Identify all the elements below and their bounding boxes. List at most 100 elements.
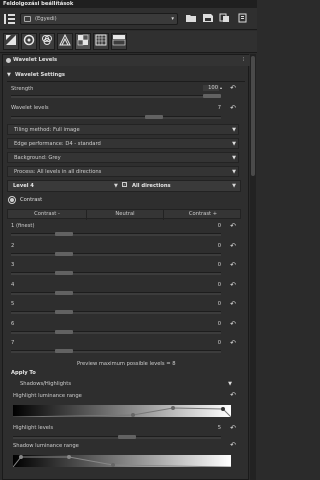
shadow-range-graph[interactable] <box>12 455 232 468</box>
chevron-down-icon: ▼ <box>232 141 236 147</box>
wavelet-levels-label: Wavelet levels <box>11 105 49 111</box>
wavelet-levels-value[interactable]: 7 <box>211 105 221 111</box>
contrast-level-label: 7 <box>11 340 15 346</box>
tab-raw[interactable] <box>93 33 109 50</box>
contrast-level-row: 3 0 ↶ <box>3 261 250 280</box>
contrast-level-slider[interactable] <box>11 350 221 353</box>
contrast-level-slider-thumb[interactable] <box>55 329 73 334</box>
chevron-down-icon[interactable]: ▼ <box>114 183 118 189</box>
process-select[interactable]: Process: All levels in all directions ▼ <box>7 166 239 177</box>
edge-performance-select[interactable]: Edge performance: D4 - standard ▼ <box>7 138 239 149</box>
tiling-method-select[interactable]: Tiling method: Full image ▼ <box>7 124 239 135</box>
wavelet-panel: Wavelet Levels ⫶ ▼ Wavelet Settings Stre… <box>2 54 250 480</box>
direction-select[interactable]: All directions <box>132 183 171 189</box>
contrast-level-slider-thumb[interactable] <box>55 310 73 314</box>
spin-icon[interactable]: ▴ <box>220 85 222 90</box>
strength-slider-thumb[interactable] <box>203 94 221 98</box>
highlight-levels-slider-thumb[interactable] <box>117 435 136 439</box>
direction-checkbox[interactable]: ✓ <box>122 182 127 187</box>
list-icon[interactable] <box>3 12 17 26</box>
copy-button[interactable] <box>218 13 232 25</box>
reset-contrast-level-icon[interactable]: ↶ <box>229 339 237 347</box>
wavelet-icon <box>77 34 89 46</box>
document-icon <box>24 16 31 22</box>
save-profile-button[interactable] <box>201 13 215 25</box>
tab-exposure[interactable] <box>3 33 19 50</box>
apply-mode-value: Shadows/Highlights <box>20 381 72 387</box>
contrast-level-value[interactable]: 0 <box>211 301 221 307</box>
contrast-level-slider[interactable] <box>11 291 221 295</box>
contrast-level-value[interactable]: 0 <box>211 243 221 249</box>
wavelet-levels-header[interactable]: Wavelet Levels ⫶ <box>3 55 250 66</box>
chevron-down-icon: ▼ <box>232 127 236 133</box>
contrast-level-slider[interactable] <box>11 272 221 275</box>
reset-contrast-level-icon[interactable]: ↶ <box>229 281 237 289</box>
highlight-levels-value[interactable]: 5 <box>211 425 221 431</box>
open-folder-button[interactable] <box>184 13 198 25</box>
level-select[interactable]: Level 4 <box>13 183 34 189</box>
strength-value[interactable]: 100 <box>203 85 219 91</box>
contrast-level-slider-thumb[interactable] <box>55 251 73 256</box>
reset-contrast-level-icon[interactable]: ↶ <box>229 222 237 230</box>
contrast-toggle[interactable] <box>8 196 16 204</box>
contrast-level-slider[interactable] <box>11 233 221 236</box>
contrast-level-row: 1 (finest) 0 ↶ <box>3 222 250 241</box>
paste-button[interactable] <box>236 13 250 25</box>
highlight-levels-label: Highlight levels <box>13 425 54 431</box>
reset-highlight-levels-icon[interactable]: ↶ <box>229 424 237 432</box>
apply-mode-select[interactable]: Shadows/Highlights ▼ <box>13 378 235 389</box>
reset-contrast-level-icon[interactable]: ↶ <box>229 261 237 269</box>
contrast-level-slider-thumb[interactable] <box>55 290 73 295</box>
highlight-range-graph[interactable] <box>12 405 232 418</box>
tab-color[interactable] <box>39 33 55 50</box>
contrast-minus-button[interactable]: Contrast - <box>8 210 86 220</box>
copy-icon <box>219 13 229 22</box>
transform-icon <box>59 33 71 46</box>
shadow-range-curve[interactable] <box>12 455 232 468</box>
reset-contrast-level-icon[interactable]: ↶ <box>229 300 237 308</box>
reset-highlight-range-icon[interactable]: ↶ <box>229 391 237 399</box>
contrast-level-value[interactable]: 0 <box>211 262 221 268</box>
contrast-level-slider-thumb[interactable] <box>55 349 73 353</box>
contrast-level-slider-thumb[interactable] <box>55 271 73 275</box>
contrast-level-value[interactable]: 0 <box>211 282 221 288</box>
contrast-level-slider[interactable] <box>11 311 221 314</box>
color-circles-icon <box>42 35 52 45</box>
pin-icon[interactable]: ⫶ <box>243 55 244 66</box>
contrast-plus-button[interactable]: Contrast + <box>164 210 242 220</box>
wavelet-levels-slider-thumb[interactable] <box>145 115 164 119</box>
background-value: Background: Grey <box>14 155 61 161</box>
contrast-level-slider[interactable] <box>11 252 221 256</box>
profile-select[interactable]: (Egyedi) ▾ <box>20 13 178 25</box>
tab-wavelet[interactable] <box>75 33 91 50</box>
contrast-level-label: 2 <box>11 242 15 249</box>
reset-contrast-level-icon[interactable]: ↶ <box>229 320 237 328</box>
contrast-level-value[interactable]: 0 <box>211 223 221 229</box>
reset-contrast-level-icon[interactable]: ↶ <box>229 242 237 250</box>
reset-strength-icon[interactable]: ↶ <box>229 84 237 92</box>
contrast-level-row: 4 0 ↶ <box>3 281 250 300</box>
tool-tabs <box>0 31 257 53</box>
reset-wavelet-levels-icon[interactable]: ↶ <box>229 104 237 112</box>
highlight-range-curve[interactable] <box>12 405 232 418</box>
tab-detail[interactable] <box>21 33 37 50</box>
chevron-down-icon[interactable]: ▼ <box>232 183 236 189</box>
strength-slider[interactable] <box>11 95 221 98</box>
wavelet-levels-slider[interactable] <box>11 116 221 119</box>
contrast-level-label: 1 (finest) <box>11 223 35 229</box>
background-select[interactable]: Background: Grey ▼ <box>7 152 239 163</box>
panel-scrollbar-thumb[interactable] <box>251 56 255 176</box>
tab-metadata[interactable] <box>111 33 127 50</box>
tiling-method-value: Tiling method: Full image <box>14 127 80 133</box>
contrast-level-label: 3 <box>11 262 15 268</box>
contrast-level-row: 2 0 ↶ <box>3 242 250 261</box>
reset-shadow-range-icon[interactable]: ↶ <box>229 441 237 449</box>
contrast-level-slider[interactable] <box>11 330 221 334</box>
process-value: Process: All levels in all directions <box>14 169 102 175</box>
contrast-level-slider-thumb[interactable] <box>55 232 73 236</box>
tab-transform[interactable] <box>57 33 73 50</box>
contrast-level-value[interactable]: 0 <box>211 321 221 327</box>
wavelet-settings-header[interactable]: ▼ Wavelet Settings <box>3 70 250 81</box>
contrast-neutral-button[interactable]: Neutral <box>86 210 164 220</box>
contrast-level-value[interactable]: 0 <box>211 340 221 346</box>
